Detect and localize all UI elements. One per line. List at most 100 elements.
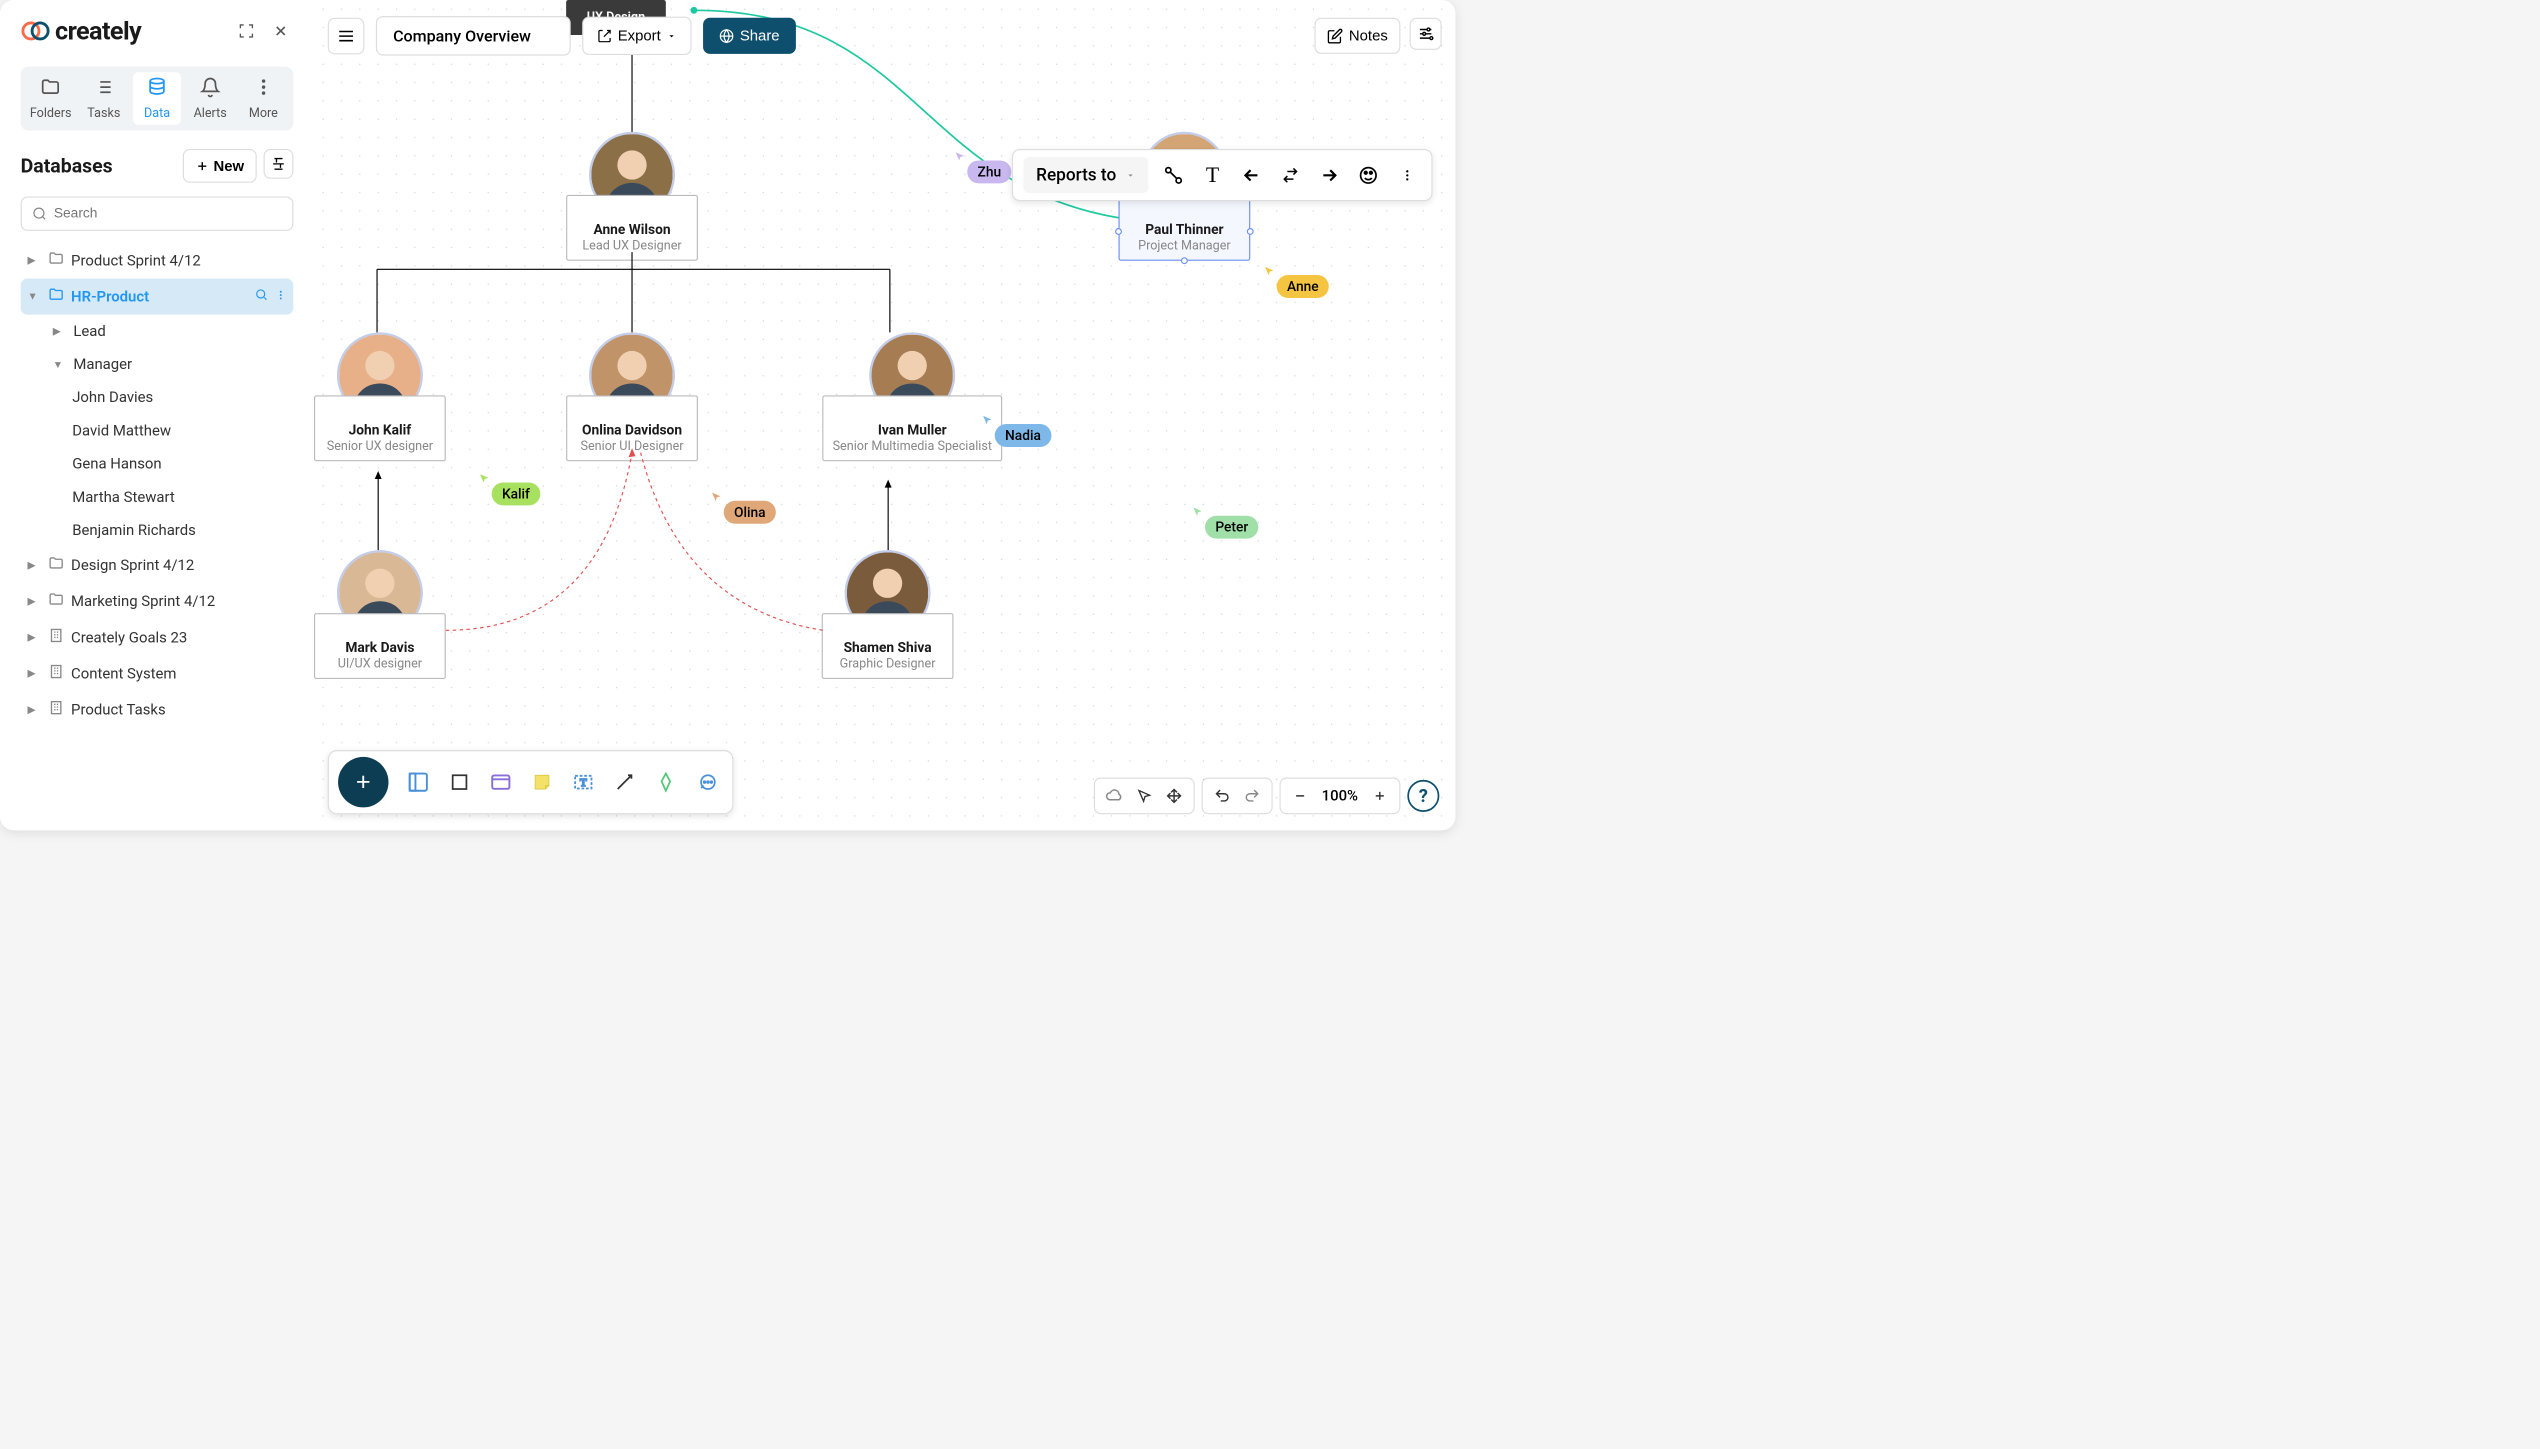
person-role: Lead UX Designer (576, 238, 687, 252)
cloud-sync-icon[interactable] (1102, 783, 1127, 808)
undo-button[interactable] (1209, 783, 1234, 808)
line-tool[interactable] (1160, 161, 1188, 189)
list-icon (94, 77, 115, 103)
tree-item[interactable]: ▶ Product Sprint 4/12 (21, 242, 294, 278)
tree-item[interactable]: ▼HR-Product (21, 278, 294, 314)
sidebar-tabs: Folders Tasks Data Alerts More (21, 66, 294, 130)
tree-item[interactable]: Martha Stewart (21, 481, 294, 514)
person-role: Project Manager (1129, 238, 1240, 252)
tree-item[interactable]: ▶ Product Tasks (21, 692, 294, 728)
comment-tool[interactable] (691, 766, 723, 798)
canvas[interactable]: UX Design Anne WilsonLead UX DesignerPau… (314, 0, 1455, 830)
org-node[interactable]: John KalifSenior UX designer (314, 395, 446, 461)
folder-icon (48, 555, 64, 575)
tab-tasks[interactable]: Tasks (80, 72, 129, 125)
tree-item-label: Product Sprint 4/12 (71, 252, 201, 269)
menu-button[interactable] (328, 17, 365, 54)
tree-item[interactable]: David Matthew (21, 414, 294, 447)
chevron-icon: ▶ (28, 704, 42, 716)
collaborator-cursor: Zhu (967, 160, 1011, 183)
person-name: Ivan Muller (833, 422, 992, 438)
org-node[interactable]: Shamen ShivaGraphic Designer (822, 613, 954, 679)
tree-item[interactable]: John Davies (21, 381, 294, 414)
tree-item-label: Creately Goals 23 (71, 629, 187, 646)
collaborator-cursor: Anne (1277, 275, 1329, 298)
fullscreen-icon[interactable] (234, 18, 259, 43)
sidebar: creately Folders Tasks Data Alerts More … (0, 0, 314, 830)
notes-button[interactable]: Notes (1315, 18, 1401, 54)
settings-button[interactable] (1410, 18, 1442, 50)
zoom-in-button[interactable] (1367, 783, 1392, 808)
building-icon (48, 627, 64, 647)
chevron-icon: ▶ (28, 631, 42, 643)
tab-alerts[interactable]: Alerts (186, 72, 235, 125)
help-button[interactable]: ? (1407, 780, 1439, 812)
rectangle-tool[interactable] (444, 766, 476, 798)
tab-data[interactable]: Data (133, 72, 182, 125)
zoom-level: 100% (1317, 787, 1363, 804)
document-title[interactable]: Company Overview (376, 16, 571, 56)
more-icon[interactable] (275, 288, 286, 306)
org-node[interactable]: Paul ThinnerProject Manager (1118, 195, 1250, 261)
edit-icon (1327, 28, 1343, 44)
connector-tool[interactable] (609, 766, 641, 798)
org-node[interactable]: Anne WilsonLead UX Designer (566, 195, 698, 261)
tab-folders[interactable]: Folders (26, 72, 75, 125)
person-role: Graphic Designer (832, 657, 943, 671)
redo-button[interactable] (1239, 783, 1264, 808)
swap-tool[interactable] (1277, 161, 1305, 189)
pen-tool[interactable] (650, 766, 682, 798)
tree-item[interactable]: ▶Design Sprint 4/12 (21, 547, 294, 583)
tree-item[interactable]: ▼Manager (21, 348, 294, 381)
org-node[interactable]: Onlina DavidsonSenior UI Designer (566, 395, 698, 461)
new-button[interactable]: New (183, 149, 257, 183)
export-button[interactable]: Export (582, 17, 692, 55)
tree-item[interactable]: ▶Marketing Sprint 4/12 (21, 583, 294, 619)
tree-item-label: Product Tasks (71, 701, 166, 718)
color-tool[interactable] (1355, 161, 1383, 189)
arrow-left-tool[interactable] (1238, 161, 1266, 189)
tab-more[interactable]: More (239, 72, 288, 125)
search-icon[interactable] (254, 288, 268, 306)
person-role: Senior UI Designer (576, 439, 687, 453)
zoom-out-button[interactable] (1287, 783, 1312, 808)
person-name: Onlina Davidson (576, 422, 687, 438)
pointer-tool[interactable] (1131, 783, 1156, 808)
search-input[interactable] (54, 206, 282, 222)
frame-tool[interactable] (402, 766, 434, 798)
tree-item[interactable]: ▶Lead (21, 315, 294, 348)
chevron-down-icon (1125, 170, 1135, 180)
org-card: John KalifSenior UX designer (314, 395, 446, 461)
chevron-icon: ▶ (28, 254, 42, 266)
org-node[interactable]: Ivan MullerSenior Multimedia Specialist (822, 395, 1002, 461)
container-tool[interactable] (485, 766, 517, 798)
creately-logo-icon (21, 16, 51, 46)
more-tools[interactable] (1394, 161, 1422, 189)
chevron-down-icon (666, 31, 676, 41)
arrow-right-tool[interactable] (1316, 161, 1344, 189)
close-icon[interactable] (268, 18, 293, 43)
person-name: Paul Thinner (1129, 221, 1240, 237)
tree-item-label: Martha Stewart (72, 489, 175, 506)
org-card: Mark DavisUI/UX designer (314, 613, 446, 679)
collaborator-cursor: Nadia (995, 424, 1051, 447)
search-box[interactable] (21, 197, 294, 231)
sticky-note-tool[interactable] (526, 766, 558, 798)
org-node[interactable]: Mark DavisUI/UX designer (314, 613, 446, 679)
add-button[interactable]: + (338, 757, 388, 807)
share-button[interactable]: Share (703, 18, 795, 54)
relation-dropdown[interactable]: Reports to (1024, 157, 1149, 193)
tree-item-label: Benjamin Richards (72, 522, 196, 539)
text-box-tool[interactable]: T (567, 766, 599, 798)
tree-item[interactable]: ▶ Creately Goals 23 (21, 619, 294, 655)
tree-item[interactable]: Gena Hanson (21, 448, 294, 481)
pan-tool[interactable] (1161, 783, 1186, 808)
folder-icon (48, 591, 64, 611)
filter-button[interactable] (264, 149, 294, 179)
search-icon (32, 206, 47, 221)
person-name: John Kalif (324, 422, 435, 438)
tree-item[interactable]: ▶Content System (21, 656, 294, 692)
text-tool[interactable]: T (1199, 161, 1227, 189)
folder-icon (48, 287, 64, 307)
tree-item[interactable]: Benjamin Richards (21, 514, 294, 547)
